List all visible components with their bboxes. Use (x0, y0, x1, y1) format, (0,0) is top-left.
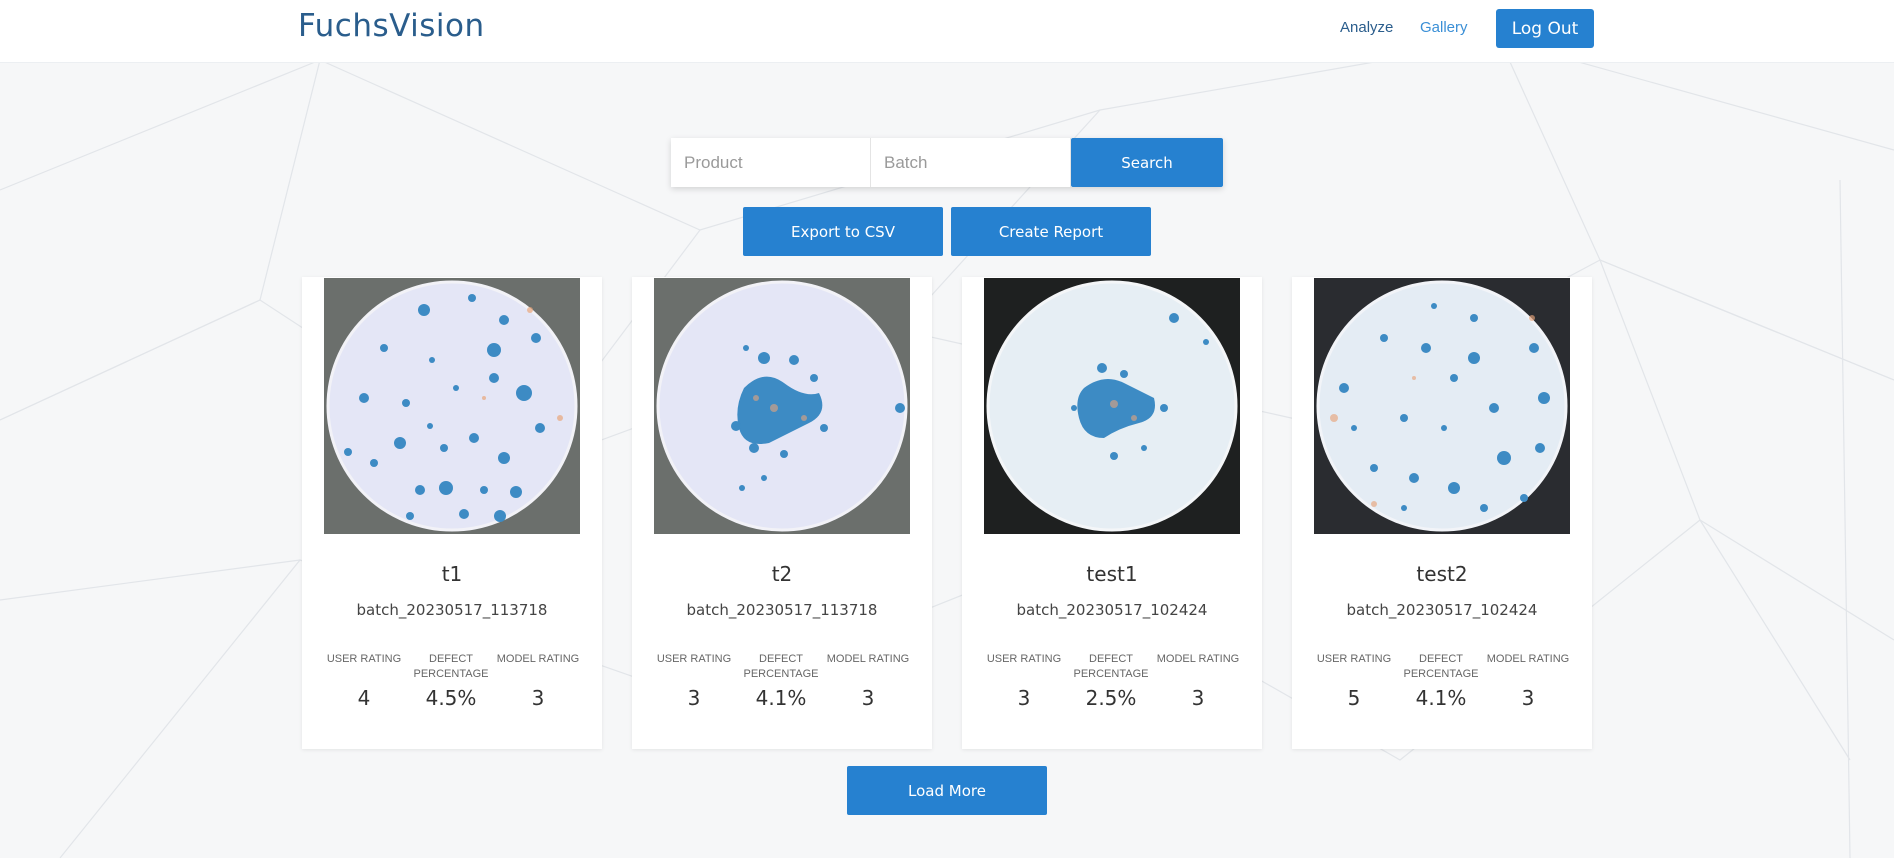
defect-percentage-label: DEFECT PERCENTAGE (413, 653, 489, 680)
brand-logo[interactable]: FuchsVision (298, 8, 485, 44)
defect-percentage-value: 4.1% (755, 686, 807, 710)
gallery-card[interactable]: test2 batch_20230517_102424 USER RATING … (1292, 277, 1592, 749)
model-rating-label: MODEL RATING (1486, 653, 1570, 665)
create-report-button[interactable]: Create Report (951, 207, 1151, 256)
logout-button[interactable]: Log Out (1496, 9, 1594, 48)
model-rating-value: 3 (861, 686, 875, 710)
load-more-button[interactable]: Load More (847, 766, 1047, 815)
defect-percentage-stat: DEFECT PERCENTAGE 2.5% (1066, 652, 1156, 710)
user-rating-value: 4 (357, 686, 371, 710)
gallery-card[interactable]: test1 batch_20230517_102424 USER RATING … (962, 277, 1262, 749)
petri-dish-image (324, 278, 580, 534)
model-rating-stat: MODEL RATING 3 (493, 652, 583, 710)
sample-image[interactable] (1314, 278, 1570, 534)
model-rating-value: 3 (531, 686, 545, 710)
search-bar: Search (671, 138, 1223, 187)
nav-analyze-link[interactable]: Analyze (1340, 19, 1393, 36)
card-title: t1 (441, 562, 463, 586)
model-rating-value: 3 (1191, 686, 1205, 710)
navbar: FuchsVision Analyze Gallery Log Out (0, 0, 1894, 63)
card-batch: batch_20230517_113718 (686, 601, 878, 619)
petri-dish-image (984, 278, 1240, 534)
model-rating-stat: MODEL RATING 3 (1153, 652, 1243, 710)
model-rating-value: 3 (1521, 686, 1535, 710)
sample-image[interactable] (984, 278, 1240, 534)
model-rating-stat: MODEL RATING 3 (823, 652, 913, 710)
model-rating-stat: MODEL RATING 3 (1483, 652, 1573, 710)
petri-dish-image (654, 278, 910, 534)
batch-input[interactable] (871, 138, 1071, 187)
defect-percentage-label: DEFECT PERCENTAGE (743, 653, 819, 680)
user-rating-label: USER RATING (656, 653, 732, 665)
card-title: test1 (1086, 562, 1138, 586)
user-rating-label: USER RATING (326, 653, 402, 665)
model-rating-label: MODEL RATING (496, 653, 580, 665)
card-title: t2 (771, 562, 793, 586)
defect-percentage-stat: DEFECT PERCENTAGE 4.1% (1396, 652, 1486, 710)
defect-percentage-stat: DEFECT PERCENTAGE 4.5% (406, 652, 496, 710)
user-rating-value: 3 (687, 686, 701, 710)
defect-percentage-value: 2.5% (1085, 686, 1137, 710)
user-rating-stat: USER RATING 3 (649, 652, 739, 710)
model-rating-label: MODEL RATING (1156, 653, 1240, 665)
defect-percentage-value: 4.5% (425, 686, 477, 710)
card-batch: batch_20230517_113718 (356, 601, 548, 619)
user-rating-stat: USER RATING 5 (1309, 652, 1399, 710)
nav-gallery-link[interactable]: Gallery (1420, 19, 1468, 36)
user-rating-label: USER RATING (986, 653, 1062, 665)
defect-percentage-label: DEFECT PERCENTAGE (1073, 653, 1149, 680)
card-title: test2 (1416, 562, 1468, 586)
user-rating-stat: USER RATING 4 (319, 652, 409, 710)
product-input[interactable] (671, 138, 871, 187)
gallery-card[interactable]: t2 batch_20230517_113718 USER RATING 3 D… (632, 277, 932, 749)
defect-percentage-label: DEFECT PERCENTAGE (1403, 653, 1479, 680)
sample-image[interactable] (654, 278, 910, 534)
user-rating-value: 5 (1347, 686, 1361, 710)
defect-percentage-value: 4.1% (1415, 686, 1467, 710)
model-rating-label: MODEL RATING (826, 653, 910, 665)
user-rating-stat: USER RATING 3 (979, 652, 1069, 710)
background-pattern (0, 39, 1894, 858)
defect-percentage-stat: DEFECT PERCENTAGE 4.1% (736, 652, 826, 710)
export-csv-button[interactable]: Export to CSV (743, 207, 943, 256)
card-batch: batch_20230517_102424 (1346, 601, 1538, 619)
gallery-card[interactable]: t1 batch_20230517_113718 USER RATING 4 D… (302, 277, 602, 749)
user-rating-value: 3 (1017, 686, 1031, 710)
petri-dish-image (1314, 278, 1570, 534)
card-batch: batch_20230517_102424 (1016, 601, 1208, 619)
user-rating-label: USER RATING (1316, 653, 1392, 665)
sample-image[interactable] (324, 278, 580, 534)
search-button[interactable]: Search (1071, 138, 1223, 187)
